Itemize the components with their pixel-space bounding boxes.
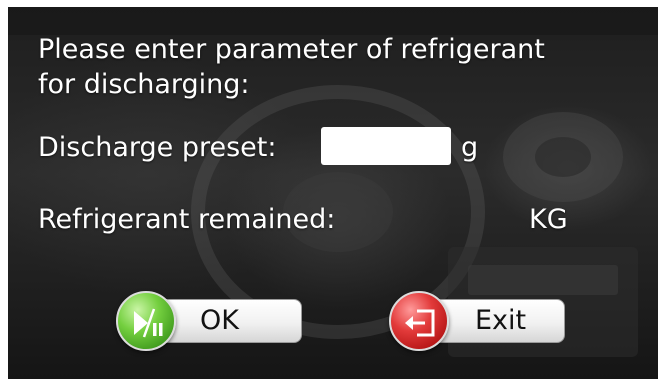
refrigerant-remained-unit: KG	[529, 204, 568, 235]
ok-button-badge[interactable]	[116, 291, 176, 351]
discharge-preset-input[interactable]	[321, 127, 451, 165]
refrigerant-remained-label: Refrigerant remained:	[38, 204, 336, 235]
prompt-line-1: Please enter parameter of refrigerant	[38, 34, 545, 65]
discharge-preset-unit: g	[461, 132, 479, 163]
exit-button[interactable]: Exit	[389, 291, 565, 351]
ok-button-label[interactable]: OK	[200, 305, 239, 337]
exit-button-badge[interactable]	[389, 291, 449, 351]
discharge-preset-label: Discharge preset:	[38, 132, 277, 163]
discharge-screen: Please enter parameter of refrigerant fo…	[8, 7, 658, 379]
play-pause-icon	[134, 308, 163, 338]
exit-door-icon	[405, 309, 435, 337]
exit-button-label[interactable]: Exit	[475, 305, 526, 337]
ok-button[interactable]: OK	[116, 291, 302, 351]
prompt-line-2: for discharging:	[38, 69, 250, 100]
